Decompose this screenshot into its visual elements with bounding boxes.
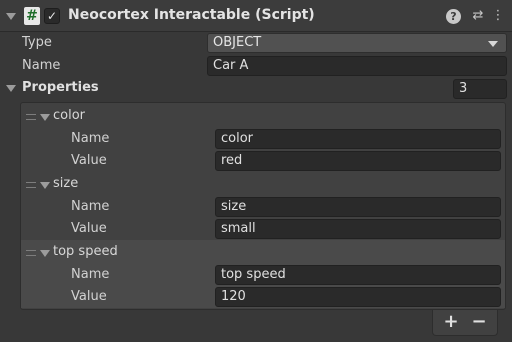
kebab-menu-icon[interactable]: ⋮ — [490, 8, 506, 24]
element-value-label: Value — [71, 289, 107, 304]
element-value-field[interactable]: small — [215, 219, 501, 239]
element-value-field[interactable]: red — [215, 151, 501, 171]
component-header[interactable]: # ✓ Neocortex Interactable (Script) ? ⇄ … — [0, 0, 512, 32]
element-name-label: Name — [71, 131, 110, 146]
element-label-color[interactable]: color — [53, 108, 85, 123]
chevron-down-icon — [488, 41, 498, 47]
element-foldout-icon[interactable] — [40, 114, 50, 121]
element-name-label: Name — [71, 199, 110, 214]
component-enabled-checkbox[interactable]: ✓ — [44, 8, 60, 24]
drag-handle-icon[interactable] — [26, 114, 36, 120]
properties-label[interactable]: Properties — [22, 80, 99, 95]
element-label-size[interactable]: size — [53, 176, 78, 191]
list-footer: + − — [432, 310, 498, 336]
element-foldout-icon[interactable] — [40, 250, 50, 257]
help-icon[interactable]: ? — [446, 9, 461, 24]
element-value-label: Value — [71, 221, 107, 236]
properties-foldout-icon[interactable] — [6, 85, 16, 92]
drag-handle-icon[interactable] — [26, 182, 36, 188]
component-title: Neocortex Interactable (Script) — [68, 7, 315, 23]
preset-icon[interactable]: ⇄ — [470, 8, 486, 24]
element-value-field[interactable]: 120 — [215, 287, 501, 307]
element-name-field[interactable]: top speed — [215, 265, 501, 285]
remove-element-button[interactable]: − — [468, 312, 490, 332]
type-dropdown[interactable]: OBJECT — [207, 33, 507, 53]
properties-size-field[interactable]: 3 — [453, 79, 507, 99]
name-field[interactable]: Car A — [207, 56, 507, 76]
type-dropdown-value: OBJECT — [213, 35, 262, 50]
element-label-top-speed[interactable]: top speed — [53, 244, 118, 259]
element-name-label: Name — [71, 267, 110, 282]
element-name-field[interactable]: color — [215, 129, 501, 149]
drag-handle-icon[interactable] — [26, 250, 36, 256]
foldout-arrow-icon[interactable] — [6, 13, 16, 20]
type-label: Type — [22, 35, 52, 50]
name-label: Name — [22, 58, 61, 73]
script-icon: # — [24, 7, 40, 25]
element-name-field[interactable]: size — [215, 197, 501, 217]
element-value-label: Value — [71, 153, 107, 168]
element-foldout-icon[interactable] — [40, 182, 50, 189]
add-element-button[interactable]: + — [440, 312, 462, 332]
